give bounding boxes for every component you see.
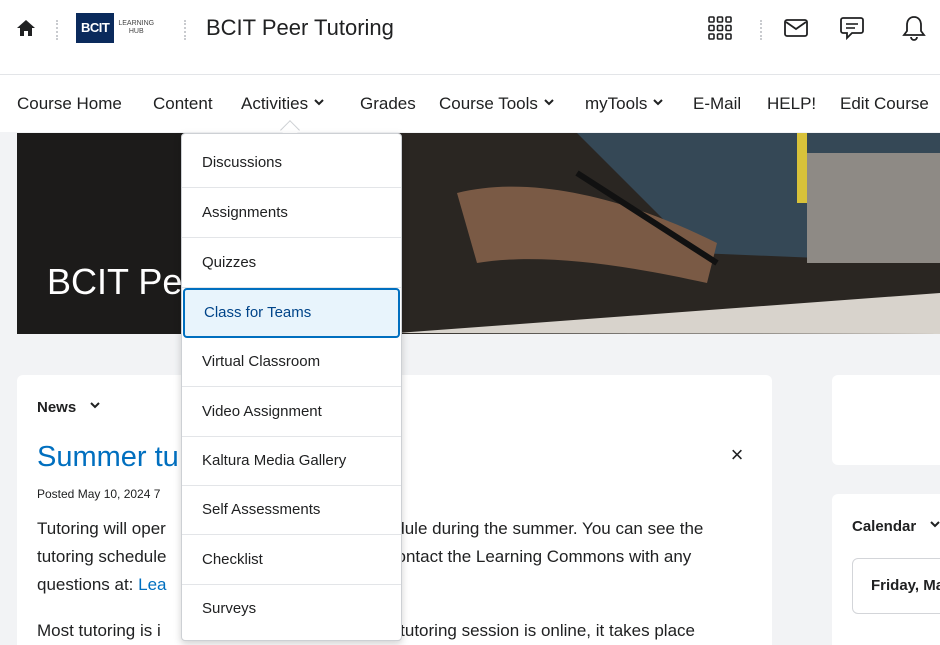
news-text: r tutoring session is online, it takes p… (389, 621, 695, 640)
course-navbar: Course Home Content Activities Grades Co… (0, 74, 940, 132)
nav-course-tools[interactable]: Course Tools (439, 94, 554, 114)
news-text: Most tutoring is i (37, 621, 161, 640)
chevron-down-icon (544, 99, 554, 106)
activities-dropdown-menu: Discussions Assignments Quizzes Class fo… (181, 133, 402, 641)
menu-item-checklist[interactable]: Checklist (182, 535, 401, 585)
nav-edit-course[interactable]: Edit Course (840, 94, 929, 114)
news-text: Tutoring will oper (37, 519, 166, 538)
calendar-heading[interactable]: Calendar (852, 518, 940, 535)
banner-photo (17, 133, 940, 334)
calendar-label: Calendar (852, 518, 917, 535)
grid-apps-icon[interactable] (706, 14, 734, 42)
nav-course-tools-label: Course Tools (439, 94, 538, 113)
menu-item-quizzes[interactable]: Quizzes (182, 238, 401, 288)
nav-activities[interactable]: Activities (241, 94, 324, 114)
right-widget-top (832, 375, 940, 465)
nav-content[interactable]: Content (153, 94, 213, 114)
course-banner: BCIT Pe (17, 133, 940, 334)
separator (184, 20, 186, 40)
menu-item-assignments[interactable]: Assignments (182, 188, 401, 238)
top-header: BCIT LEARNING HUB BCIT Peer Tutoring (0, 0, 940, 74)
menu-item-video-assignment[interactable]: Video Assignment (182, 387, 401, 437)
news-text: ontact the Learning Commons with any (396, 547, 692, 566)
nav-mytools[interactable]: myTools (585, 94, 664, 114)
home-icon[interactable] (14, 16, 38, 40)
news-posted-date: Posted May 10, 2024 7 (37, 487, 161, 501)
news-text: edule during the summer. You can see the (385, 519, 704, 538)
site-title[interactable]: BCIT Peer Tutoring (206, 15, 394, 41)
separator (760, 20, 762, 40)
banner-title: BCIT Pe (47, 261, 183, 302)
close-icon[interactable]: × (727, 444, 747, 466)
news-text: questions at: (37, 575, 139, 594)
logo-sub-line2: HUB (128, 28, 144, 35)
menu-item-self-assessments[interactable]: Self Assessments (182, 485, 401, 535)
nav-course-home[interactable]: Course Home (17, 94, 122, 114)
logo-mark: BCIT (76, 13, 115, 43)
calendar-widget: Calendar Friday, Ma (832, 494, 940, 645)
nav-mytools-label: myTools (585, 94, 648, 113)
chat-icon[interactable] (838, 14, 866, 42)
calendar-day-button[interactable]: Friday, Ma (852, 558, 940, 614)
chevron-down-icon (314, 99, 324, 106)
menu-item-class-for-teams[interactable]: Class for Teams (183, 288, 400, 338)
mail-icon[interactable] (782, 14, 810, 42)
nav-activities-label: Activities (241, 94, 309, 113)
chevron-down-icon (653, 99, 664, 106)
nav-email[interactable]: E-Mail (693, 94, 741, 114)
news-text: tutoring schedule (37, 547, 167, 566)
chevron-down-icon (90, 402, 101, 409)
calendar-day-label: Friday, Ma (871, 577, 940, 594)
logo-subtext: LEARNING HUB (118, 20, 154, 36)
menu-item-virtual-classroom[interactable]: Virtual Classroom (182, 337, 401, 387)
bcit-logo[interactable]: BCIT LEARNING HUB (76, 12, 154, 44)
news-heading[interactable]: News (37, 399, 101, 416)
menu-item-kaltura-media-gallery[interactable]: Kaltura Media Gallery (182, 436, 401, 486)
news-item-title[interactable]: Summer tu (37, 441, 179, 474)
chevron-down-icon (930, 521, 940, 528)
news-link[interactable]: Lea (138, 575, 166, 594)
logo-sub-line1: LEARNING (118, 20, 155, 27)
separator (56, 20, 58, 40)
nav-help[interactable]: HELP! (767, 94, 816, 114)
menu-item-discussions[interactable]: Discussions (182, 138, 401, 188)
menu-item-surveys[interactable]: Surveys (182, 584, 401, 634)
nav-grades[interactable]: Grades (360, 94, 416, 114)
bell-icon[interactable] (900, 14, 928, 42)
news-body-line: questions at: Lea (37, 575, 167, 595)
news-heading-label: News (37, 399, 77, 416)
